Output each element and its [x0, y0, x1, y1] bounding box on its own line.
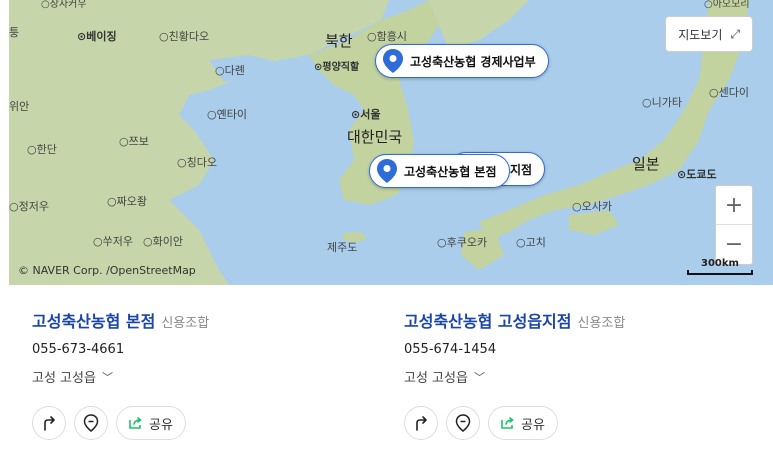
- label-kochi: ○고치: [516, 236, 546, 249]
- directions-arrow-icon: [44, 416, 55, 431]
- save-location-button[interactable]: [446, 406, 480, 440]
- location-pin-icon: [383, 49, 403, 73]
- place-address: 고성 고성읍: [404, 371, 468, 386]
- place-category: 신용조합: [577, 316, 626, 331]
- map-view-toggle-button[interactable]: 지도보기 ⤢: [665, 16, 753, 52]
- share-label: 공유: [521, 417, 545, 433]
- place-phone: 055-674-1454: [404, 342, 497, 357]
- place-card: 고성축산농협 본점 신용조합 055-673-4661 고성 고성읍 ﹀ 공유: [32, 308, 372, 440]
- place-address-toggle[interactable]: 고성 고성읍 ﹀: [32, 367, 372, 387]
- place-card: 고성축산농협 고성읍지점 신용조합 055-674-1454 고성 고성읍 ﹀ …: [404, 308, 744, 440]
- label-south-korea: 대한민국: [347, 128, 403, 146]
- share-button[interactable]: 공유: [116, 406, 186, 440]
- map-scale: 300km: [687, 258, 753, 275]
- label-tokyo: ⊙도쿄도: [677, 168, 717, 181]
- map-pin-label: 고성축산농협 경제사업부: [410, 54, 536, 69]
- place-phone: 055-673-4661: [32, 342, 125, 357]
- place-actions: 공유: [32, 406, 372, 440]
- directions-button[interactable]: [32, 406, 66, 440]
- chevron-down-icon: ﹀: [101, 370, 113, 384]
- map-pin-label: 고성축산농협 본점: [404, 164, 497, 179]
- label-aomori: ○아오모리: [704, 0, 750, 10]
- share-button[interactable]: 공유: [488, 406, 558, 440]
- label-jeongjeou: ○정저우: [9, 200, 49, 213]
- label-wian: 위안: [9, 100, 30, 113]
- label-jangjakou: ○장자커우: [41, 0, 87, 10]
- place-title-row: 고성축산농협 본점 신용조합: [32, 308, 372, 332]
- place-category: 신용조합: [161, 316, 210, 331]
- label-jibo: ○쯔보: [119, 135, 149, 148]
- location-pin-icon: [377, 159, 397, 183]
- save-location-button[interactable]: [74, 406, 108, 440]
- label-sendai: ○센다이: [709, 86, 749, 99]
- label-north-korea: 북한: [325, 32, 353, 50]
- map-attribution: © NAVER Corp. /OpenStreetMap: [18, 264, 196, 277]
- location-marker-icon: [455, 414, 471, 432]
- map-pin-main-branch[interactable]: 고성축산농협 본점: [369, 154, 510, 188]
- label-suzhou: ○쑤저우: [93, 235, 133, 248]
- place-address-toggle[interactable]: 고성 고성읍 ﹀: [404, 367, 744, 387]
- label-osaka: ○오사카: [572, 200, 612, 213]
- share-icon: [501, 417, 514, 429]
- label-handan: ○한단: [27, 143, 57, 156]
- label-chinhwangdao: ○친황다오: [159, 30, 210, 43]
- expand-icon: ⤢: [730, 26, 740, 41]
- label-qingdao: ○칭다오: [177, 156, 217, 169]
- map-scale-bar: [687, 270, 753, 275]
- label-pyongyang: ⊙평양직할: [314, 62, 360, 73]
- label-fukuoka: ○후쿠오카: [437, 236, 488, 249]
- map-scale-label: 300km: [701, 258, 739, 269]
- chevron-down-icon: ﹀: [473, 370, 485, 384]
- share-icon: [129, 417, 142, 429]
- map-view-toggle-label: 지도보기: [678, 27, 723, 42]
- label-hamheung: ○함흥시: [367, 30, 407, 43]
- directions-arrow-icon: [416, 416, 427, 431]
- label-huaian: ○화이안: [143, 235, 183, 248]
- place-actions: 공유: [404, 406, 744, 440]
- label-japan: 일본: [632, 155, 660, 173]
- location-marker-icon: [83, 414, 99, 432]
- label-niigata: ○니가타: [642, 96, 682, 109]
- label-dalian: ○다롄: [215, 64, 245, 77]
- directions-button[interactable]: [404, 406, 438, 440]
- label-lianyungang: ○짜오좡: [107, 195, 147, 208]
- label-seoul: ⊙서울: [351, 108, 381, 121]
- label-yantai: ○옌타이: [207, 108, 247, 121]
- label-beijing: ⊙베이징: [77, 30, 117, 43]
- map-pin-label: 지점: [510, 162, 533, 177]
- place-title-row: 고성축산농협 고성읍지점 신용조합: [404, 308, 744, 332]
- share-label: 공유: [149, 417, 173, 433]
- place-name-link[interactable]: 고성축산농협 고성읍지점: [404, 308, 572, 332]
- zoom-in-button[interactable]: +: [716, 186, 752, 225]
- map-pin-economic-division[interactable]: 고성축산농협 경제사업부: [375, 44, 549, 78]
- place-address: 고성 고성읍: [32, 371, 96, 386]
- label-jeju: 제주도: [327, 241, 358, 254]
- place-name-link[interactable]: 고성축산농협 본점: [32, 308, 155, 332]
- label-tong: 퉁: [9, 26, 20, 39]
- map-view[interactable]: ○장자커우 ○아오모리 퉁 ⊙베이징 ○친황다오 북한 ○함흥시 ⊙평양직할 ○…: [9, 0, 773, 285]
- zoom-control: + −: [715, 185, 753, 265]
